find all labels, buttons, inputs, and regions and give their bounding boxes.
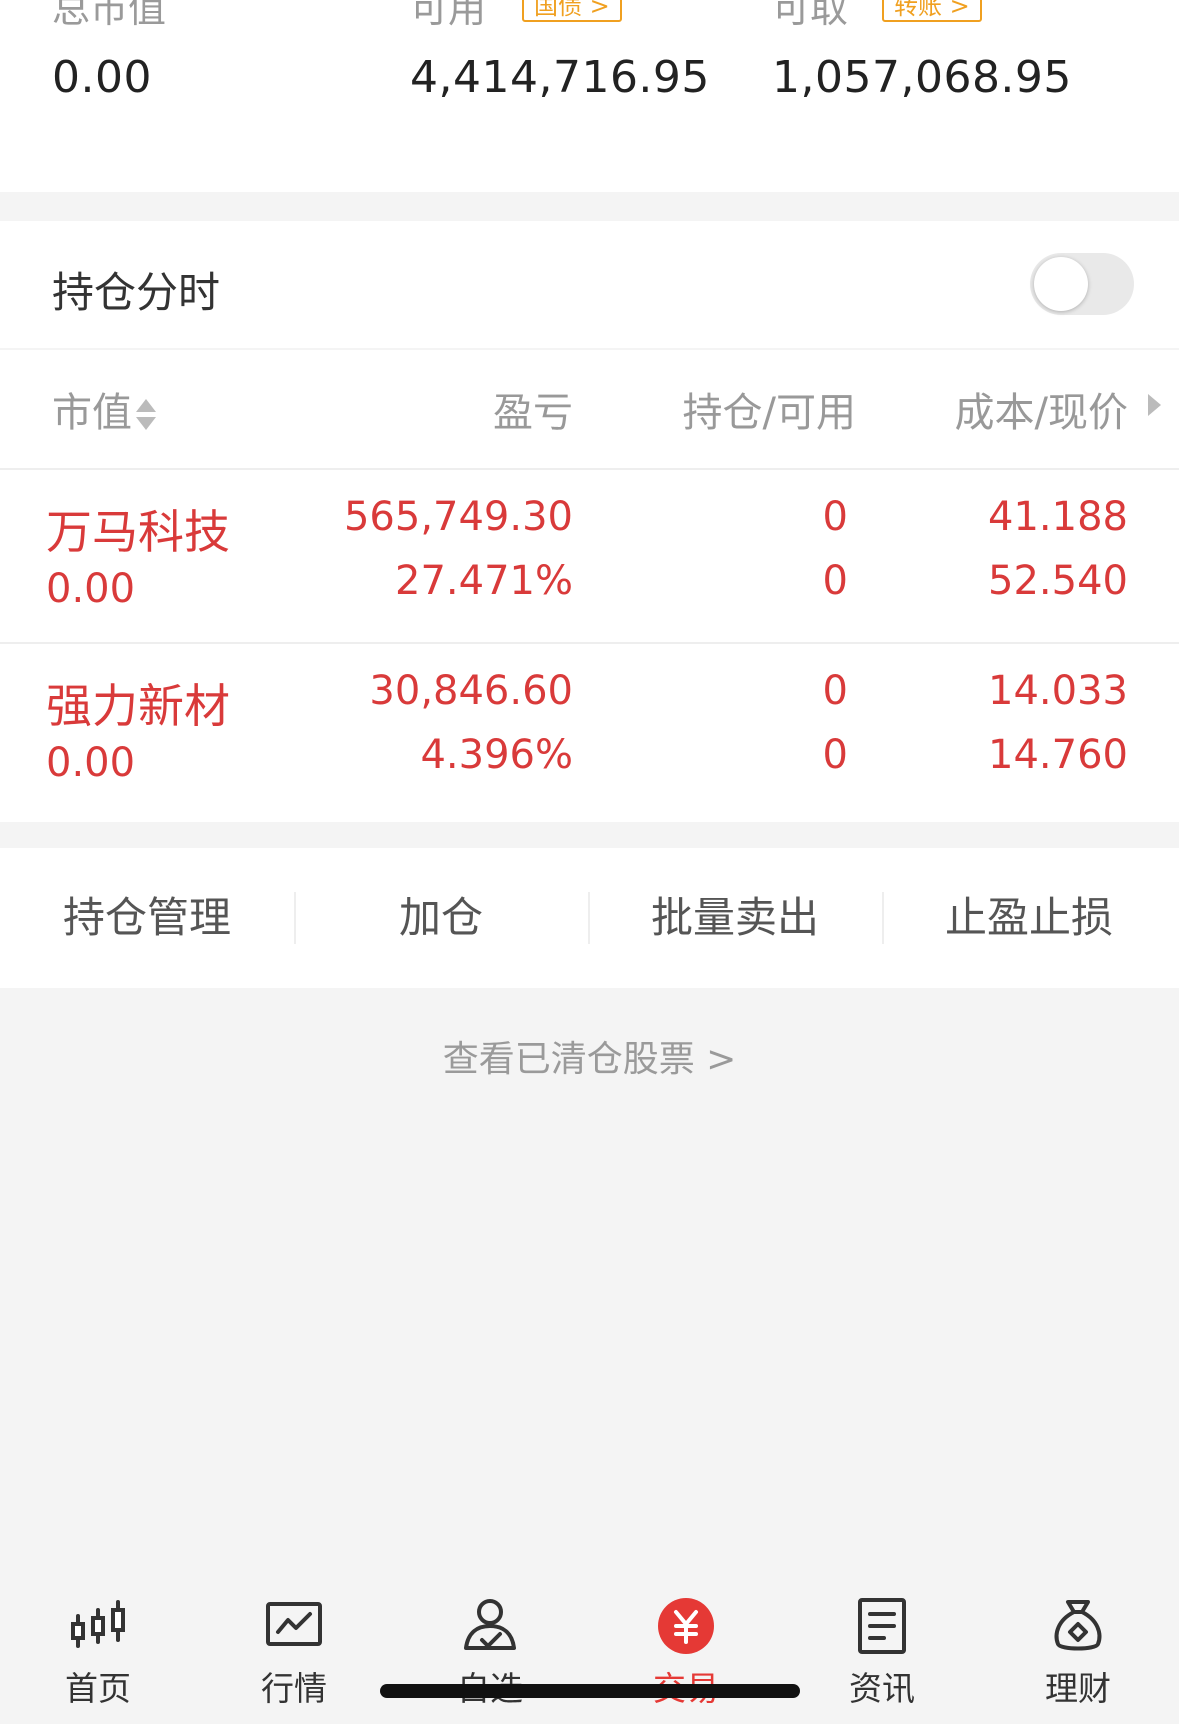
action-bar: 持仓管理 加仓 批量卖出 止盈止损 — [0, 848, 1179, 988]
holdings-table: 市值 盈亏 持仓/可用 成本/现价 万马科技 0.00 565,749.30 2… — [0, 350, 1179, 822]
candlestick-icon — [71, 1600, 125, 1648]
stock-market-value: 0.00 — [46, 566, 136, 612]
take-profit-stop-loss-button[interactable]: 止盈止损 — [882, 848, 1176, 988]
chevron-right-icon: > — [589, 0, 610, 20]
nav-wealth-label: 理财 — [1045, 1669, 1111, 1708]
nav-market[interactable]: 行情 — [196, 1572, 392, 1724]
bottom-nav: 首页 行情 自选 交 — [0, 1572, 1179, 1724]
chart-icon — [266, 1602, 322, 1646]
table-row[interactable]: 万马科技 0.00 565,749.30 27.471% 0 0 41.188 … — [0, 470, 1179, 642]
stock-market-value: 0.00 — [46, 740, 136, 786]
available-value: 4,414,716.95 — [410, 52, 710, 103]
position-intraday-row: 持仓分时 — [0, 221, 1179, 348]
position-intraday-toggle[interactable] — [1030, 253, 1134, 315]
position-management-button[interactable]: 持仓管理 — [0, 848, 294, 988]
available-label: 可用 — [410, 0, 487, 31]
stock-price: 52.540 — [988, 558, 1128, 604]
sort-icon — [136, 397, 156, 433]
header-market-value[interactable]: 市值 — [52, 380, 156, 438]
nav-news[interactable]: 资讯 — [784, 1572, 980, 1724]
nav-watchlist[interactable]: 自选 — [392, 1572, 588, 1724]
treasury-bond-badge-label: 国债 — [534, 0, 582, 20]
header-position-available: 持仓/可用 — [682, 390, 856, 436]
home-indicator[interactable] — [380, 1684, 800, 1698]
scroll-right-arrow-icon[interactable] — [1148, 394, 1161, 416]
transfer-badge[interactable]: 转账 > — [882, 0, 982, 22]
stock-pnl: 30,846.60 — [369, 668, 573, 714]
stock-available: 0 — [822, 558, 848, 604]
view-cleared-stocks-link[interactable]: 查看已清仓股票 > — [0, 1030, 1179, 1082]
document-icon — [858, 1598, 906, 1654]
stock-position: 0 — [822, 668, 848, 714]
stock-cost: 41.188 — [988, 494, 1128, 540]
header-pnl: 盈亏 — [493, 390, 573, 436]
stock-available: 0 — [822, 732, 848, 778]
position-intraday-label: 持仓分时 — [52, 268, 221, 317]
add-position-button[interactable]: 加仓 — [294, 848, 588, 988]
withdrawable-label: 可取 — [772, 0, 849, 31]
yuan-icon — [658, 1598, 714, 1654]
total-market-value: 0.00 — [52, 52, 152, 103]
nav-home[interactable]: 首页 — [0, 1572, 196, 1724]
stock-position: 0 — [822, 494, 848, 540]
nav-trade[interactable]: 交易 — [588, 1572, 784, 1724]
nav-news-label: 资讯 — [849, 1669, 915, 1708]
transfer-badge-label: 转账 — [894, 0, 942, 20]
header-cost-price: 成本/现价 — [954, 390, 1128, 436]
toggle-knob — [1034, 257, 1088, 311]
stock-pnl: 565,749.30 — [343, 494, 573, 540]
stock-name: 万马科技 — [46, 505, 230, 559]
person-check-icon — [464, 1599, 516, 1650]
account-summary: 总市值 0.00 可用 国债 > 4,414,716.95 可取 转账 > 1,… — [0, 0, 1179, 192]
nav-wealth[interactable]: 理财 — [980, 1572, 1176, 1724]
nav-market-label: 行情 — [261, 1669, 327, 1708]
withdrawable-value: 1,057,068.95 — [772, 52, 1072, 103]
table-row[interactable]: 强力新材 0.00 30,846.60 4.396% 0 0 14.033 14… — [0, 644, 1179, 816]
batch-sell-button[interactable]: 批量卖出 — [588, 848, 882, 988]
total-market-value-label: 总市值 — [52, 0, 167, 31]
stock-name: 强力新材 — [46, 679, 230, 733]
header-market-value-label: 市值 — [52, 390, 132, 436]
stock-pnl-percent: 27.471% — [395, 558, 573, 604]
treasury-bond-badge[interactable]: 国债 > — [522, 0, 622, 22]
money-bag-icon — [1054, 1600, 1102, 1651]
stock-pnl-percent: 4.396% — [420, 732, 573, 778]
chevron-right-icon: > — [949, 0, 970, 20]
stock-price: 14.760 — [988, 732, 1128, 778]
nav-home-label: 首页 — [65, 1669, 131, 1708]
stock-cost: 14.033 — [988, 668, 1128, 714]
